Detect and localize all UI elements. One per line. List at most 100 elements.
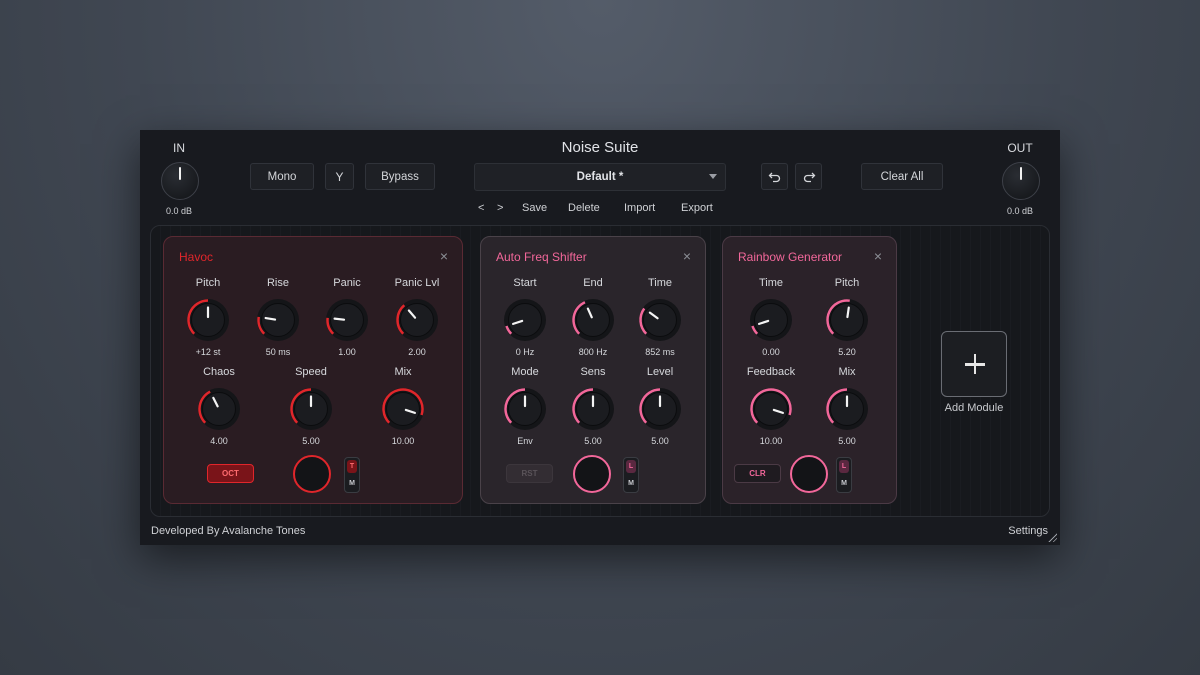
rst-button[interactable]: RST bbox=[506, 464, 553, 483]
param-label: Panic bbox=[333, 277, 361, 289]
mode-toggle[interactable]: T M bbox=[344, 457, 360, 493]
module-auto-freq-shifter: Auto Freq Shifter × Start End Time 0 Hz … bbox=[480, 236, 706, 504]
out-label: OUT bbox=[1007, 141, 1033, 155]
knob-graphic bbox=[504, 388, 546, 430]
trigger-button[interactable] bbox=[573, 455, 611, 493]
developer-credit: Developed By Avalanche Tones bbox=[151, 525, 306, 537]
module-rainbow-generator: Rainbow Generator × Time Pitch 0.00 5.20… bbox=[722, 236, 897, 504]
param-label: Pitch bbox=[834, 277, 860, 289]
undo-button[interactable] bbox=[761, 163, 788, 190]
close-icon[interactable]: × bbox=[440, 248, 448, 264]
param-label: Time bbox=[758, 277, 784, 289]
in-label: IN bbox=[173, 141, 185, 155]
settings-button[interactable]: Settings bbox=[1008, 525, 1048, 537]
import-button[interactable]: Import bbox=[624, 202, 655, 214]
param-value: +12 st bbox=[195, 347, 221, 357]
mix-knob[interactable] bbox=[381, 387, 425, 431]
end-knob[interactable] bbox=[571, 298, 615, 342]
param-label: Pitch bbox=[195, 277, 221, 289]
toggle-top: L bbox=[626, 460, 636, 473]
toggle-top: L bbox=[839, 460, 849, 473]
knob-graphic bbox=[187, 299, 229, 341]
split-button[interactable]: Y bbox=[325, 163, 354, 190]
param-value: 10.00 bbox=[759, 436, 783, 446]
knob-pointer bbox=[846, 306, 850, 319]
export-button[interactable]: Export bbox=[681, 202, 713, 214]
prev-preset-button[interactable]: < bbox=[478, 202, 484, 214]
caret-down-icon bbox=[709, 174, 717, 179]
next-preset-button[interactable]: > bbox=[497, 202, 503, 214]
param-label: Mix bbox=[838, 366, 856, 378]
feedback-knob[interactable] bbox=[749, 387, 793, 431]
save-button[interactable]: Save bbox=[522, 202, 547, 214]
param-label: Panic Lvl bbox=[394, 277, 440, 289]
toggle-top: T bbox=[347, 460, 357, 473]
toggle-bottom: M bbox=[628, 480, 634, 487]
output-gain-knob[interactable] bbox=[1002, 162, 1040, 200]
mode-knob[interactable] bbox=[503, 387, 547, 431]
param-value: 852 ms bbox=[645, 347, 675, 357]
close-icon[interactable]: × bbox=[874, 248, 882, 264]
redo-icon bbox=[803, 172, 815, 182]
close-icon[interactable]: × bbox=[683, 248, 691, 264]
param-label: Mix bbox=[394, 366, 412, 378]
param-label: Rise bbox=[266, 277, 289, 289]
panic-lvl-knob[interactable] bbox=[395, 298, 439, 342]
knob-graphic bbox=[382, 388, 424, 430]
param-label: Speed bbox=[295, 366, 327, 378]
knob-graphic bbox=[257, 299, 299, 341]
module-title: Havoc bbox=[179, 250, 214, 264]
plugin-window: Noise Suite IN 0.0 dB OUT 0.0 dB Mono Y … bbox=[140, 130, 1060, 545]
module-title: Auto Freq Shifter bbox=[496, 250, 587, 264]
param-value: 0.00 bbox=[762, 347, 780, 357]
knob-graphic bbox=[326, 299, 368, 341]
knob-graphic bbox=[750, 388, 792, 430]
pitch-knob[interactable] bbox=[186, 298, 230, 342]
input-gain-value: 0.0 dB bbox=[165, 206, 193, 216]
knob-graphic bbox=[572, 388, 614, 430]
knob-graphic bbox=[572, 299, 614, 341]
panic-knob[interactable] bbox=[325, 298, 369, 342]
time-knob[interactable] bbox=[638, 298, 682, 342]
preset-dropdown[interactable]: Default * bbox=[474, 163, 726, 191]
level-knob[interactable] bbox=[638, 387, 682, 431]
clear-all-button[interactable]: Clear All bbox=[861, 163, 943, 190]
param-value: 1.00 bbox=[338, 347, 356, 357]
param-value: 5.00 bbox=[302, 436, 320, 446]
resize-grip-icon[interactable] bbox=[1047, 532, 1057, 542]
app-title: Noise Suite bbox=[561, 139, 639, 156]
param-label: Level bbox=[646, 366, 674, 378]
delete-button[interactable]: Delete bbox=[568, 202, 600, 214]
mode-toggle[interactable]: L M bbox=[623, 457, 639, 493]
bypass-button[interactable]: Bypass bbox=[365, 163, 435, 190]
chaos-knob[interactable] bbox=[197, 387, 241, 431]
param-value: 5.00 bbox=[838, 436, 856, 446]
trigger-button[interactable] bbox=[293, 455, 331, 493]
oct-button[interactable]: OCT bbox=[207, 464, 254, 483]
module-title: Rainbow Generator bbox=[738, 250, 843, 264]
param-value: 50 ms bbox=[265, 347, 291, 357]
start-knob[interactable] bbox=[503, 298, 547, 342]
toggle-bottom: M bbox=[841, 480, 847, 487]
preset-name: Default * bbox=[576, 171, 624, 183]
mono-button[interactable]: Mono bbox=[250, 163, 314, 190]
add-module-label: Add Module bbox=[944, 402, 1004, 414]
speed-knob[interactable] bbox=[289, 387, 333, 431]
knob-graphic bbox=[290, 388, 332, 430]
input-gain-knob[interactable] bbox=[161, 162, 199, 200]
mode-toggle[interactable]: L M bbox=[836, 457, 852, 493]
knob-graphic bbox=[396, 299, 438, 341]
redo-button[interactable] bbox=[795, 163, 822, 190]
add-module-button[interactable] bbox=[941, 331, 1007, 397]
pitch-knob[interactable] bbox=[825, 298, 869, 342]
rise-knob[interactable] bbox=[256, 298, 300, 342]
knob-pointer bbox=[264, 316, 277, 321]
clr-button[interactable]: CLR bbox=[734, 464, 781, 483]
mix-knob[interactable] bbox=[825, 387, 869, 431]
knob-graphic bbox=[750, 299, 792, 341]
time-knob[interactable] bbox=[749, 298, 793, 342]
trigger-button[interactable] bbox=[790, 455, 828, 493]
sens-knob[interactable] bbox=[571, 387, 615, 431]
param-value: 5.20 bbox=[838, 347, 856, 357]
knob-graphic bbox=[639, 299, 681, 341]
